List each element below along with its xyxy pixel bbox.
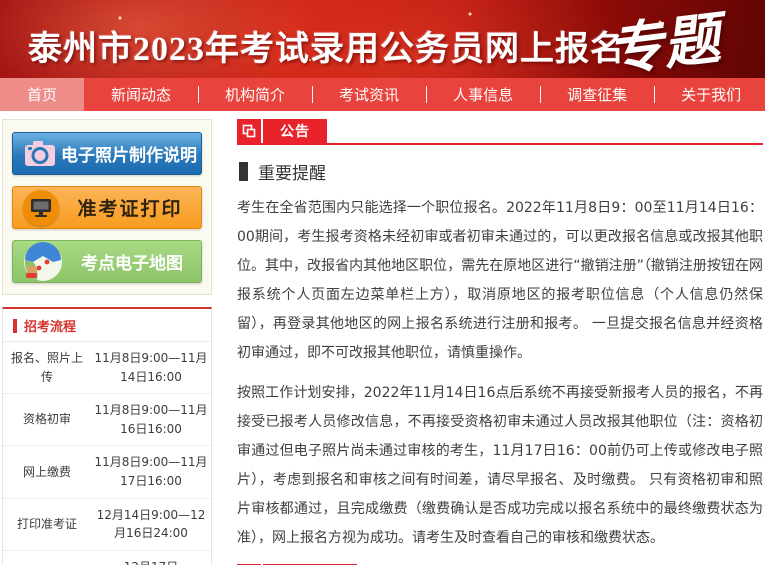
print-ticket-label: 准考证打印 (59, 194, 201, 221)
schedule-row-value: 11月8日9:00—11月16日16:00 (91, 394, 211, 445)
schedule-card: 招考流程 报名、照片上传 11月8日9:00—11月14日16:00 资格初审 … (2, 307, 212, 565)
schedule-row-registration: 报名、照片上传 11月8日9:00—11月14日16:00 (3, 342, 211, 394)
schedule-row-label: 网上缴费 (3, 456, 91, 489)
schedule-row-value: 11月8日9:00—11月17日16:00 (91, 446, 211, 497)
banner-title-suffix: 专题 (602, 0, 723, 78)
schedule-row-written-exam: 笔试 12月17日 12月18日（公安专业） (3, 551, 211, 565)
camera-icon (23, 139, 57, 169)
nav-item-organization[interactable]: 机构简介 (198, 78, 312, 111)
exam-site-map-button[interactable]: 考点电子地图 (12, 240, 202, 283)
exam-site-map-label: 考点电子地图 (63, 249, 201, 274)
announcement-paragraph-2: 按照工作计划安排，2022年11月14日16点后系统不再接受新报考人员的报名，不… (237, 379, 763, 553)
dark-bar-icon (239, 162, 248, 181)
schedule-row-label: 打印准考证 (3, 508, 91, 541)
schedule-title: 招考流程 (24, 316, 76, 335)
map-icon (23, 242, 63, 282)
red-bar-icon (13, 319, 17, 333)
schedule-row-label: 资格初审 (3, 403, 91, 436)
quick-links-card: 电子照片制作说明 准考证打印 (2, 119, 212, 295)
announcement-tab: 公告 (263, 119, 327, 143)
announcement-section-header: 公告 (237, 119, 763, 145)
schedule-row-print-ticket: 打印准考证 12月14日9:00—12月16日24:00 (3, 499, 211, 551)
main-nav: 首页 新闻动态 机构简介 考试资讯 人事信息 调查征集 关于我们 (0, 78, 765, 111)
announcement-paragraph-1: 考生在全省范围内只能选择一个职位报名。2022年11月8日9：00至11月14日… (237, 194, 763, 368)
content: 电子照片制作说明 准考证打印 (0, 111, 765, 565)
monitor-icon (23, 190, 59, 226)
nav-item-news[interactable]: 新闻动态 (84, 78, 198, 111)
print-ticket-button[interactable]: 准考证打印 (12, 186, 202, 229)
schedule-row-online-payment: 网上缴费 11月8日9:00—11月17日16:00 (3, 446, 211, 498)
schedule-header: 招考流程 (3, 309, 211, 342)
page: 泰州市2023年考试录用公务员网上报名 专题 首页 新闻动态 机构简介 考试资讯… (0, 0, 765, 565)
sidebar: 电子照片制作说明 准考证打印 (2, 119, 212, 565)
notice-icon (237, 119, 261, 143)
important-reminder-heading: 重要提醒 (239, 159, 763, 184)
nav-item-about[interactable]: 关于我们 (654, 78, 765, 111)
schedule-row-label: 报名、照片上传 (3, 342, 91, 393)
main-content: 公告 重要提醒 考生在全省范围内只能选择一个职位报名。2022年11月8日9：0… (237, 119, 765, 565)
photo-guide-button[interactable]: 电子照片制作说明 (12, 132, 202, 175)
photo-guide-label: 电子照片制作说明 (57, 141, 201, 166)
schedule-row-value: 11月8日9:00—11月14日16:00 (91, 342, 211, 393)
nav-item-exam-info[interactable]: 考试资讯 (312, 78, 426, 111)
nav-item-hr-info[interactable]: 人事信息 (426, 78, 540, 111)
schedule-row-value: 12月14日9:00—12月16日24:00 (91, 499, 211, 550)
banner-title: 泰州市2023年考试录用公务员网上报名 (28, 21, 625, 70)
nav-item-survey[interactable]: 调查征集 (540, 78, 654, 111)
schedule-row-qualification-review: 资格初审 11月8日9:00—11月16日16:00 (3, 394, 211, 446)
important-reminder-text: 重要提醒 (258, 159, 326, 184)
nav-item-home[interactable]: 首页 (0, 78, 84, 111)
banner: 泰州市2023年考试录用公务员网上报名 专题 (0, 0, 765, 78)
schedule-row-value: 12月17日 12月18日（公安专业） (91, 551, 211, 565)
